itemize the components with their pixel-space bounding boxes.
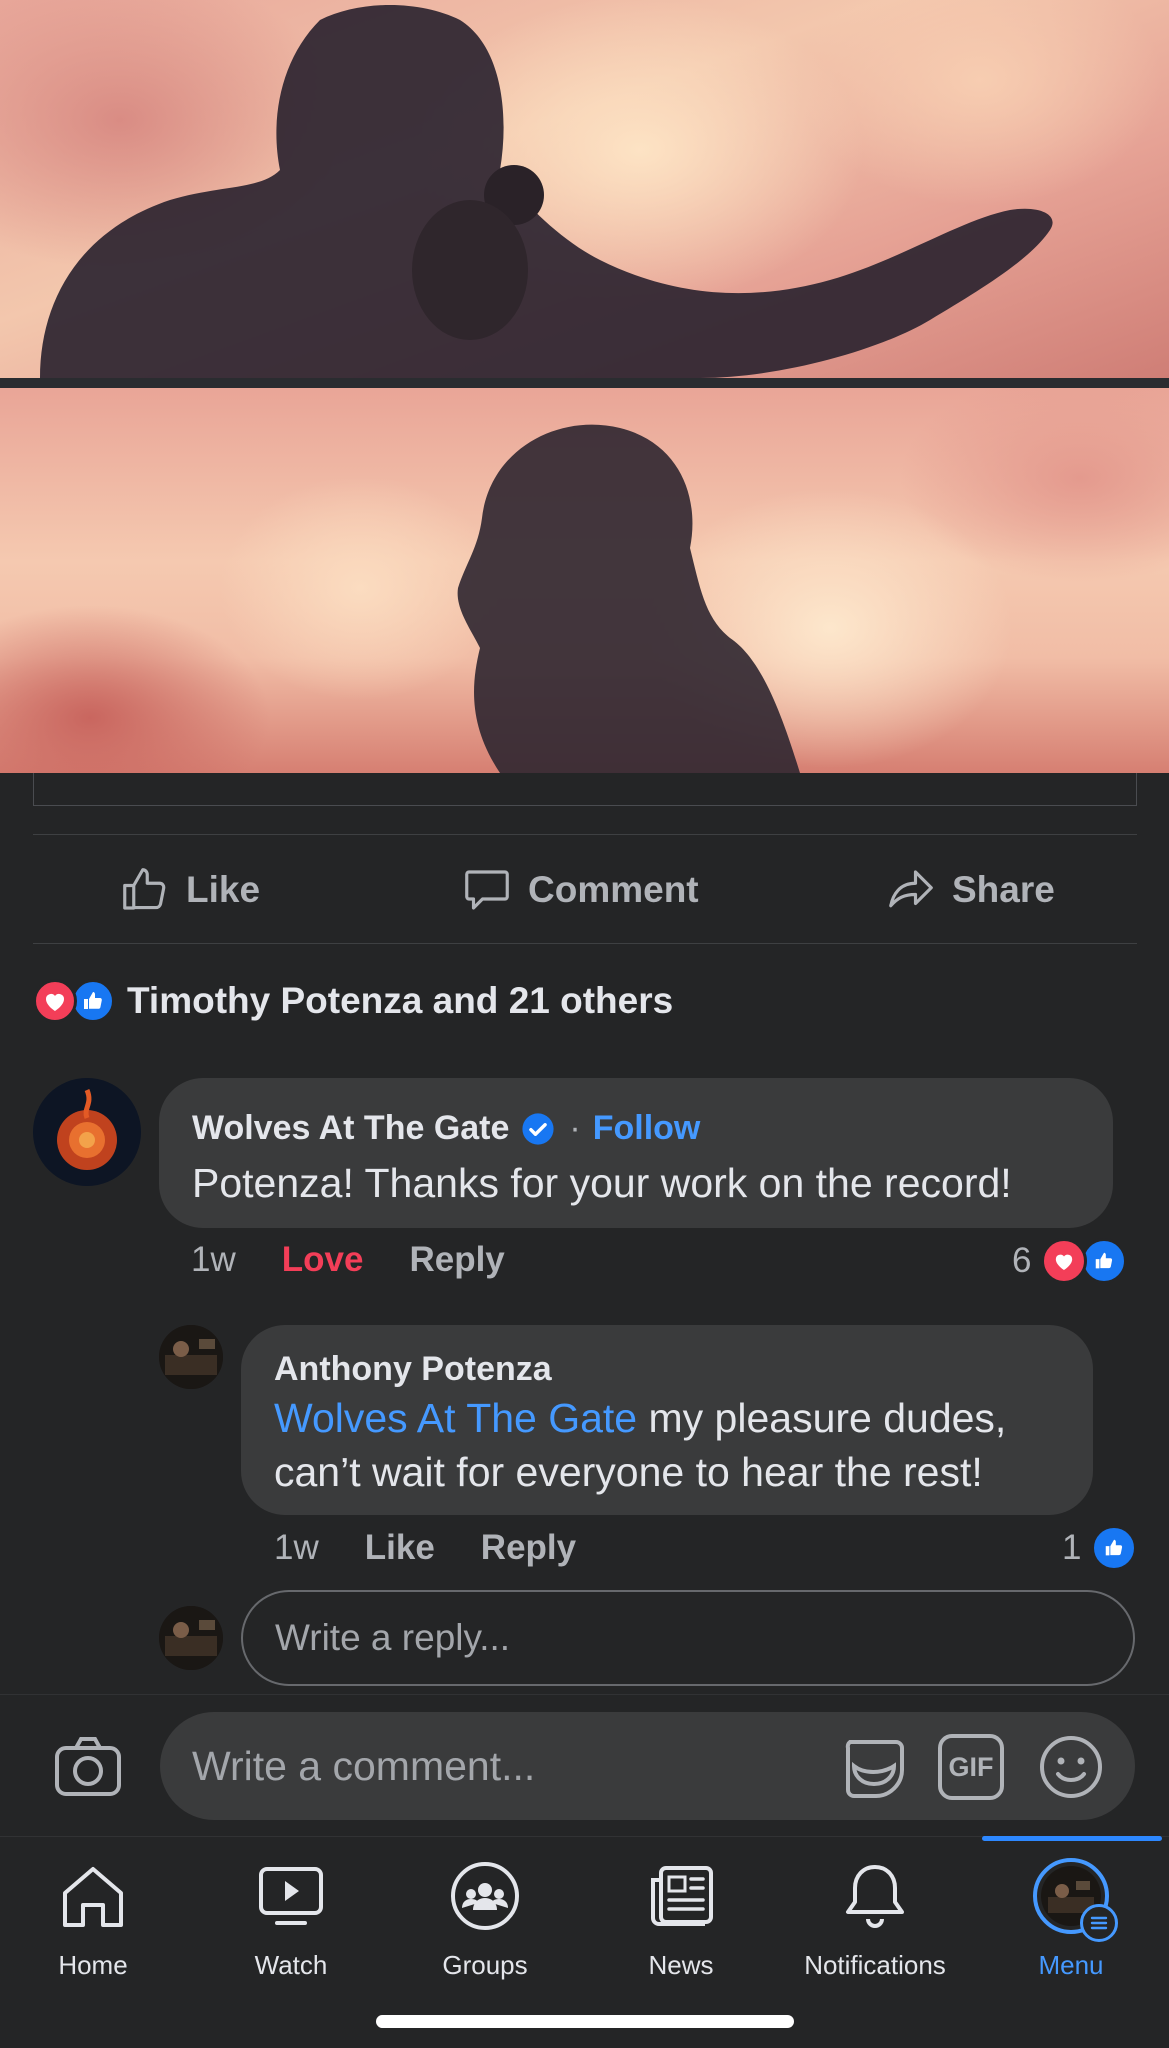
avatar[interactable] — [159, 1325, 223, 1389]
comment-love-button[interactable]: Love — [282, 1240, 364, 1280]
share-label: Share — [952, 869, 1055, 910]
comment-reaction-count[interactable]: 6 — [1012, 1238, 1128, 1284]
nav-menu[interactable]: Menu — [976, 1858, 1166, 1981]
divider — [33, 834, 1137, 835]
like-button[interactable]: Like — [118, 862, 260, 918]
comment-button[interactable]: Comment — [460, 862, 699, 918]
user-avatar-image — [159, 1606, 223, 1670]
reply-reply-button[interactable]: Reply — [481, 1528, 576, 1568]
groups-icon — [449, 1858, 521, 1934]
home-indicator — [376, 2015, 794, 2028]
media-divider — [0, 378, 1169, 388]
gif-button[interactable]: GIF — [938, 1734, 1004, 1800]
reply-text-line-1: Wolves At The Gate my pleasure dudes, — [274, 1391, 1006, 1445]
comment-icon — [465, 870, 509, 910]
emoji-icon[interactable] — [1038, 1734, 1104, 1800]
reply-like-button[interactable]: Like — [365, 1528, 435, 1568]
reply-input-placeholder: Write a reply... — [275, 1617, 511, 1658]
nav-home-label: Home — [58, 1950, 128, 1980]
bell-icon — [844, 1858, 906, 1934]
reply-text-line-2: can’t wait for everyone to hear the rest… — [274, 1449, 983, 1495]
separator-dot: · — [569, 1109, 581, 1147]
reply-bubble[interactable]: Anthony Potenza Wolves At The Gate my pl… — [241, 1325, 1093, 1515]
share-button[interactable]: Share — [884, 862, 1055, 918]
nav-news[interactable]: News — [586, 1858, 776, 1981]
nav-active-indicator — [982, 1836, 1162, 1841]
watch-icon — [257, 1858, 325, 1934]
love-reaction-icon — [1041, 1238, 1088, 1284]
nav-groups-label: Groups — [442, 1950, 528, 1980]
divider — [33, 943, 1137, 944]
nav-notifications[interactable]: Notifications — [780, 1858, 970, 1981]
comment-text: Potenza! Thanks for your work on the rec… — [192, 1160, 1012, 1206]
reply-meta: 1w Like Reply — [274, 1528, 622, 1568]
reply-reaction-count[interactable]: 1 — [1062, 1525, 1138, 1571]
post-media-border — [33, 773, 1137, 806]
thumbs-up-icon — [123, 868, 166, 910]
reactions-summary-text: Timothy Potenza and 21 others — [127, 980, 674, 1021]
reply-input[interactable]: Write a reply... — [241, 1590, 1135, 1686]
comment-reply-button[interactable]: Reply — [409, 1240, 504, 1280]
comment-bubble[interactable]: Wolves At The Gate · Follow Potenza! Tha… — [159, 1078, 1113, 1228]
sticker-icon[interactable] — [840, 1734, 906, 1800]
singer-silhouette-image — [40, 5, 1053, 378]
avatar — [159, 1606, 223, 1670]
comment-meta: 1w Love Reply — [191, 1240, 551, 1280]
like-label: Like — [186, 869, 261, 910]
share-icon — [889, 870, 933, 908]
nav-watch[interactable]: Watch — [196, 1858, 386, 1981]
post-media-frame-2[interactable] — [0, 388, 1169, 773]
nav-menu-label: Menu — [1038, 1950, 1104, 1980]
reply-text-1: my pleasure dudes, — [637, 1395, 1007, 1441]
gif-label: GIF — [948, 1751, 994, 1782]
camera-icon[interactable] — [54, 1735, 122, 1797]
nav-notifications-label: Notifications — [804, 1950, 946, 1980]
hamburger-icon — [1080, 1904, 1118, 1942]
user-avatar-image — [159, 1325, 223, 1389]
like-reaction-icon — [1091, 1525, 1138, 1571]
nav-news-label: News — [648, 1950, 714, 1980]
reply-author[interactable]: Anthony Potenza — [274, 1350, 552, 1389]
nav-home[interactable]: Home — [0, 1858, 188, 1981]
comment-reaction-count-number: 6 — [1012, 1241, 1032, 1280]
reply-time[interactable]: 1w — [274, 1528, 319, 1568]
reactions-summary[interactable]: Timothy Potenza and 21 others — [33, 978, 673, 1024]
comment-label: Comment — [528, 869, 699, 910]
news-icon — [647, 1858, 715, 1934]
verified-badge-icon — [521, 1112, 555, 1146]
avatar[interactable] — [33, 1078, 141, 1186]
profile-silhouette-image — [457, 424, 800, 773]
love-reaction-icon — [33, 979, 77, 1023]
menu-avatar — [1032, 1858, 1118, 1942]
flower-avatar-image — [33, 1078, 141, 1186]
nav-groups[interactable]: Groups — [390, 1858, 580, 1981]
comment-input-placeholder: Write a comment... — [192, 1742, 536, 1789]
follow-link[interactable]: Follow — [593, 1109, 701, 1148]
like-reaction-icon — [71, 979, 115, 1023]
reply-mention[interactable]: Wolves At The Gate — [274, 1395, 637, 1441]
reply-reaction-count-number: 1 — [1062, 1528, 1082, 1567]
comment-time[interactable]: 1w — [191, 1240, 236, 1280]
home-icon — [59, 1858, 127, 1934]
comment-author[interactable]: Wolves At The Gate — [192, 1109, 509, 1148]
like-reaction-icon — [1081, 1238, 1128, 1284]
nav-watch-label: Watch — [254, 1950, 328, 1980]
post-media-frame-1[interactable] — [0, 0, 1169, 378]
